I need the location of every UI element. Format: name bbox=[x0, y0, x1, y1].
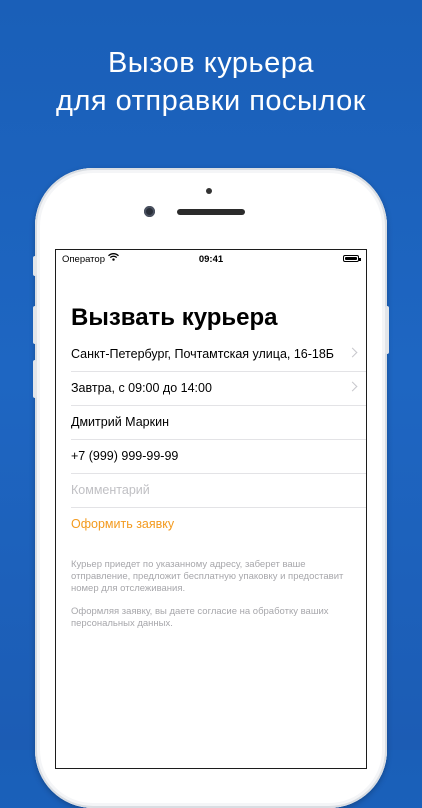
phone-volume-down bbox=[33, 360, 37, 398]
pickup-time-value: Завтра, с 09:00 до 14:00 bbox=[71, 381, 212, 395]
pickup-time-row[interactable]: Завтра, с 09:00 до 14:00 bbox=[71, 372, 366, 406]
chevron-right-icon bbox=[347, 381, 358, 392]
phone-sensor bbox=[206, 188, 212, 194]
headline-line-1: Вызов курьера bbox=[107, 47, 315, 79]
page-title: Вызвать курьера bbox=[71, 304, 278, 331]
phone-volume-up bbox=[33, 306, 37, 344]
phone-earpiece bbox=[177, 209, 245, 215]
status-bar: Оператор 09:41 bbox=[56, 250, 366, 268]
phone-front-camera bbox=[144, 206, 155, 217]
phone-field[interactable]: +7 (999) 999-99-99 bbox=[71, 440, 366, 474]
address-row[interactable]: Санкт-Петербург, Почтамтская улица, 16-1… bbox=[71, 338, 366, 372]
phone-mute-switch bbox=[33, 256, 37, 276]
battery-level-fill bbox=[345, 257, 357, 260]
consent-note: Оформляя заявку, вы даете согласие на об… bbox=[71, 606, 329, 629]
promo-headline: Вызов курьера для отправки посылок bbox=[0, 44, 422, 120]
courier-info-note: Курьер приедет по указанному адресу, заб… bbox=[71, 559, 344, 594]
status-time: 09:41 bbox=[198, 254, 224, 265]
form-list: Санкт-Петербург, Почтамтская улица, 16-1… bbox=[56, 338, 366, 541]
phone-power-button bbox=[385, 306, 389, 354]
chevron-right-icon bbox=[347, 347, 358, 358]
phone-value: +7 (999) 999-99-99 bbox=[71, 449, 179, 463]
comment-field[interactable]: Комментарий bbox=[71, 474, 366, 508]
battery-icon bbox=[343, 255, 361, 262]
name-value: Дмитрий Маркин bbox=[71, 415, 169, 429]
phone-screen: Оператор 09:41 Вызвать курьера Санкт-Пет… bbox=[55, 249, 367, 769]
submit-request-button[interactable]: Оформить заявку bbox=[71, 508, 366, 541]
headline-line-2: для отправки посылок bbox=[56, 85, 366, 117]
comment-placeholder: Комментарий bbox=[71, 483, 150, 497]
name-field[interactable]: Дмитрий Маркин bbox=[71, 406, 366, 440]
address-value: Санкт-Петербург, Почтамтская улица, 16-1… bbox=[71, 347, 335, 361]
